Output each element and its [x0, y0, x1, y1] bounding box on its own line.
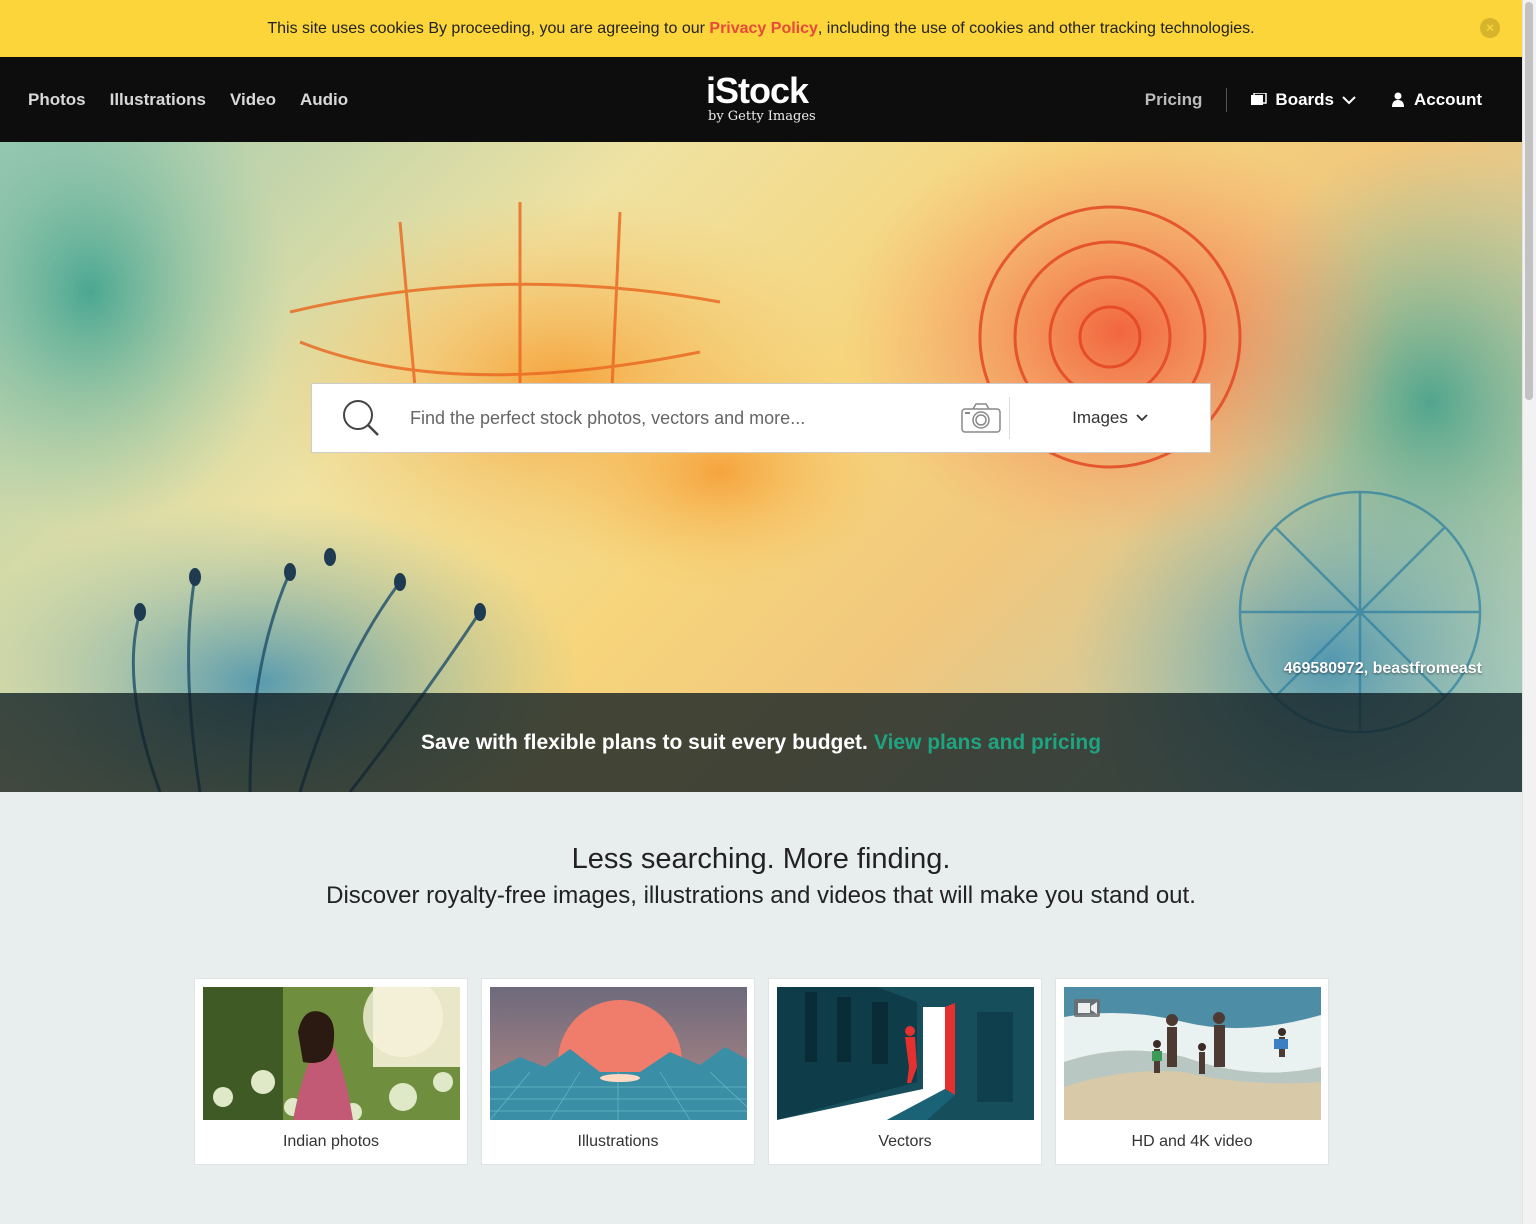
card-label: HD and 4K video	[1131, 1133, 1253, 1150]
boards-icon	[1251, 92, 1268, 105]
boards-menu[interactable]: Boards	[1251, 90, 1356, 110]
nav-item-photos[interactable]: Photos	[28, 90, 86, 110]
media-type-dropdown[interactable]: Images	[1010, 383, 1210, 453]
video-camera-icon	[1074, 999, 1100, 1017]
nav-pricing-link[interactable]: Pricing	[1145, 87, 1228, 112]
scrollbar[interactable]	[1522, 0, 1536, 1224]
view-plans-link[interactable]: View plans and pricing	[874, 731, 1101, 755]
category-card-vectors[interactable]: Vectors	[768, 978, 1042, 1165]
intro-section: Less searching. More finding. Discover r…	[0, 840, 1522, 914]
card-label: Illustrations	[577, 1133, 659, 1150]
privacy-policy-link[interactable]: Privacy Policy	[709, 20, 818, 37]
chevron-down-icon	[1136, 414, 1148, 422]
nav-item-video[interactable]: Video	[230, 90, 276, 110]
category-cards: Indian photos Illustrations Vectors HD a…	[194, 978, 1329, 1165]
search-bar: Images	[311, 383, 1211, 453]
account-menu[interactable]: Account	[1392, 90, 1482, 110]
camera-icon[interactable]	[952, 397, 1010, 439]
intro-heading: Less searching. More finding.	[571, 843, 951, 875]
nav-item-audio[interactable]: Audio	[300, 90, 348, 110]
hero-banner: Images 469580972, beastfromeast Save wit…	[0, 142, 1522, 792]
card-image	[777, 987, 1034, 1120]
logo-sub: by Getty Images	[708, 109, 816, 124]
cookie-banner: This site uses cookies By proceeding, yo…	[0, 0, 1522, 57]
page: This site uses cookies By proceeding, yo…	[0, 0, 1536, 1224]
istock-logo[interactable]: iStock by Getty Images	[706, 70, 816, 125]
category-card-hd-video[interactable]: HD and 4K video	[1055, 978, 1329, 1165]
search-input[interactable]	[410, 384, 952, 452]
card-label: Vectors	[878, 1133, 932, 1150]
card-label: Indian photos	[282, 1133, 380, 1150]
promo-text: Save with flexible plans to suit every b…	[420, 730, 868, 754]
cookie-text-after: , including the use of cookies and other…	[817, 19, 1255, 37]
category-card-illustrations[interactable]: Illustrations	[481, 978, 755, 1165]
chevron-down-icon	[1342, 95, 1356, 104]
nav-right: Pricing Boards Account	[1145, 57, 1482, 142]
search-icon[interactable]	[312, 383, 410, 453]
cookie-text-before: This site uses cookies By proceeding, yo…	[267, 19, 710, 37]
promo-bar: Save with flexible plans to suit every b…	[0, 693, 1522, 792]
nav-item-illustrations[interactable]: Illustrations	[110, 90, 206, 110]
media-type-label: Images	[1072, 408, 1128, 427]
nav-menu: Photos Illustrations Video Audio	[28, 57, 348, 142]
scrollbar-thumb[interactable]	[1525, 2, 1533, 400]
image-credit[interactable]: 469580972, beastfromeast	[1284, 660, 1482, 678]
card-image	[1064, 987, 1321, 1120]
card-image	[490, 987, 747, 1120]
user-icon	[1392, 92, 1404, 107]
card-image	[203, 987, 460, 1120]
close-icon[interactable]: ×	[1480, 18, 1500, 38]
top-nav: Photos Illustrations Video Audio iStock …	[0, 57, 1522, 142]
account-label: Account	[1414, 89, 1482, 109]
boards-label: Boards	[1275, 89, 1334, 109]
intro-subheading: Discover royalty-free images, illustrati…	[326, 882, 1196, 909]
logo-main: iStock	[706, 70, 809, 111]
cookie-text: This site uses cookies By proceeding, yo…	[267, 20, 1254, 38]
category-card-indian-photos[interactable]: Indian photos	[194, 978, 468, 1165]
